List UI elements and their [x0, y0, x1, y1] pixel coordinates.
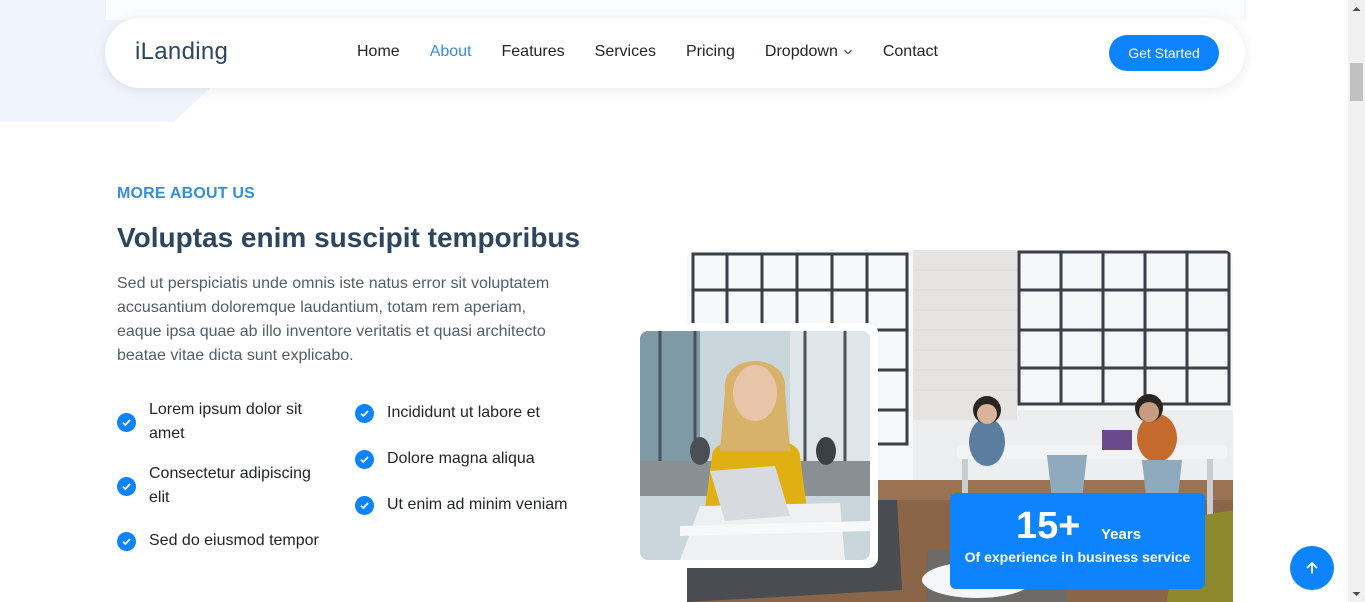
nav-features[interactable]: Features	[502, 43, 565, 61]
nav-home[interactable]: Home	[357, 43, 400, 61]
section-heading: Voluptas enim suscipit temporibus	[117, 222, 581, 253]
feature-item: Lorem ipsum dolor sit amet	[117, 398, 327, 446]
nav-contact[interactable]: Contact	[883, 43, 938, 61]
scroll-down-arrow-icon[interactable]	[1348, 585, 1365, 602]
check-circle-icon	[355, 450, 374, 469]
hero-background-strip	[105, 0, 1245, 20]
nav-dropdown[interactable]: Dropdown	[765, 43, 853, 61]
feature-text: Consectetur adipiscing elit	[149, 465, 311, 506]
scroll-up-arrow-icon[interactable]	[1348, 0, 1365, 17]
section-eyebrow: MORE ABOUT US	[117, 185, 256, 202]
feature-text: Ut enim ad minim veniam	[387, 496, 568, 513]
experience-unit: Years	[1101, 526, 1142, 543]
feature-item: Sed do eiusmod tempor	[117, 529, 337, 553]
page-scrollbar[interactable]	[1348, 0, 1365, 602]
check-circle-icon	[355, 404, 374, 423]
back-to-top-button[interactable]	[1290, 546, 1334, 590]
nav-about[interactable]: About	[430, 43, 472, 61]
chevron-down-icon	[843, 49, 852, 55]
site-header: iLanding Home About Features Services Pr…	[105, 18, 1245, 88]
scrollbar-thumb[interactable]	[1350, 63, 1363, 101]
check-circle-icon	[117, 413, 136, 432]
feature-item: Incididunt ut labore et	[355, 401, 585, 425]
check-circle-icon	[355, 496, 374, 515]
nav-dropdown-label: Dropdown	[764, 43, 838, 60]
get-started-button[interactable]: Get Started	[1109, 35, 1219, 71]
experience-number: 15+	[1016, 505, 1081, 547]
check-circle-icon	[117, 477, 136, 496]
nav-services[interactable]: Services	[595, 43, 656, 61]
feature-item: Dolore magna aliqua	[355, 447, 585, 471]
feature-text: Lorem ipsum dolor sit amet	[149, 401, 302, 442]
feature-text: Sed do eiusmod tempor	[149, 532, 319, 549]
check-circle-icon	[117, 532, 136, 551]
site-logo[interactable]: iLanding	[135, 38, 228, 66]
feature-text: Dolore magna aliqua	[387, 450, 535, 467]
experience-description: Of experience in business service	[964, 549, 1191, 565]
main-nav: Home About Features Services Pricing Dro…	[357, 43, 968, 61]
feature-text: Incididunt ut labore et	[387, 404, 540, 421]
feature-item: Consectetur adipiscing elit	[117, 462, 327, 510]
arrow-up-icon	[1306, 562, 1318, 574]
nav-pricing[interactable]: Pricing	[686, 43, 735, 61]
feature-item: Ut enim ad minim veniam	[355, 493, 585, 517]
experience-badge: 15+ Years Of experience in business serv…	[950, 493, 1205, 589]
section-lead: Sed ut perspiciatis unde omnis iste natu…	[117, 275, 550, 364]
portrait-photo	[640, 331, 870, 560]
